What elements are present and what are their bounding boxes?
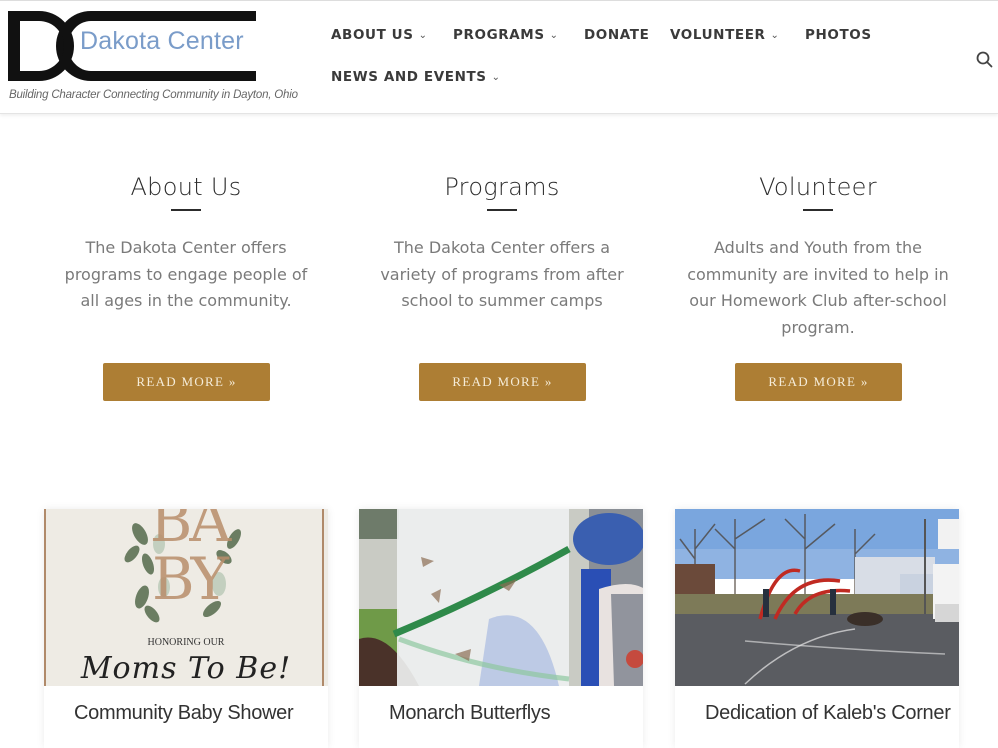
feature-title: Volunteer	[759, 173, 877, 201]
nav-photos[interactable]: PHOTOS	[805, 27, 872, 43]
nav-news-and-events[interactable]: NEWS AND EVENTS ⌄	[331, 69, 501, 85]
nav-label: NEWS AND EVENTS	[331, 69, 487, 85]
site-logo[interactable]: Dakota Center	[8, 11, 258, 83]
nav-about-us[interactable]: ABOUT US ⌄	[331, 27, 428, 43]
title-divider	[171, 209, 201, 211]
search-icon[interactable]	[976, 51, 993, 68]
feature-text: The Dakota Center offers programs to eng…	[64, 238, 308, 310]
title-divider	[487, 209, 517, 211]
post-title[interactable]: Community Baby Shower	[74, 702, 294, 725]
feature-text: The Dakota Center offers a variety of pr…	[380, 238, 624, 310]
nav-label: ABOUT US	[331, 27, 414, 43]
post-card[interactable]: Dedication of Kaleb's Corner	[675, 509, 959, 748]
volunteer-read-more-button[interactable]: READ MORE »	[735, 363, 902, 401]
feature-title: About Us	[130, 173, 242, 201]
feature-programs: Programs The Dakota Center offers a vari…	[352, 170, 652, 315]
logo-d-mark	[8, 11, 74, 81]
nav-donate[interactable]: DONATE	[584, 27, 649, 43]
post-card[interactable]: BA BY HONORING OUR Moms To Be! Community…	[44, 509, 328, 748]
nav-label: PROGRAMS	[453, 27, 545, 43]
chevron-down-icon: ⌄	[491, 72, 501, 83]
post-card[interactable]: Monarch Butterflys	[359, 509, 643, 748]
feature-volunteer: Volunteer Adults and Youth from the comm…	[668, 170, 968, 341]
nav-label: DONATE	[584, 27, 650, 43]
post-image-monarch-butterflys[interactable]	[359, 509, 643, 686]
chevron-down-icon: ⌄	[549, 30, 559, 41]
site-header: Dakota Center Building Character Connect…	[0, 0, 998, 114]
post-image-kalebs-corner[interactable]	[675, 509, 959, 686]
nav-volunteer[interactable]: VOLUNTEER ⌄	[670, 27, 780, 43]
moms-to-be-text: Moms To Be!	[80, 651, 292, 686]
baby-letters-bottom: BY	[152, 545, 229, 613]
logo-text: Dakota Center	[80, 27, 244, 55]
post-title[interactable]: Monarch Butterflys	[389, 702, 551, 725]
feature-text: Adults and Youth from the community are …	[687, 238, 949, 337]
nav-label: VOLUNTEER	[670, 27, 766, 43]
feature-about-us: About Us The Dakota Center offers progra…	[36, 170, 336, 315]
nav-label: PHOTOS	[805, 27, 872, 43]
butterfly-photo	[359, 509, 643, 686]
nav-programs[interactable]: PROGRAMS ⌄	[453, 27, 559, 43]
chevron-down-icon: ⌄	[418, 30, 428, 41]
honoring-text: HONORING OUR	[147, 637, 225, 648]
programs-read-more-button[interactable]: READ MORE »	[419, 363, 586, 401]
chevron-down-icon: ⌄	[770, 30, 780, 41]
post-title[interactable]: Dedication of Kaleb's Corner	[705, 702, 951, 725]
feature-title: Programs	[444, 173, 560, 201]
kalebs-corner-photo	[675, 509, 959, 686]
site-tagline: Building Character Connecting Community …	[9, 89, 298, 101]
post-image-baby-shower[interactable]: BA BY HONORING OUR Moms To Be!	[44, 509, 328, 686]
about-us-read-more-button[interactable]: READ MORE »	[103, 363, 270, 401]
title-divider	[803, 209, 833, 211]
